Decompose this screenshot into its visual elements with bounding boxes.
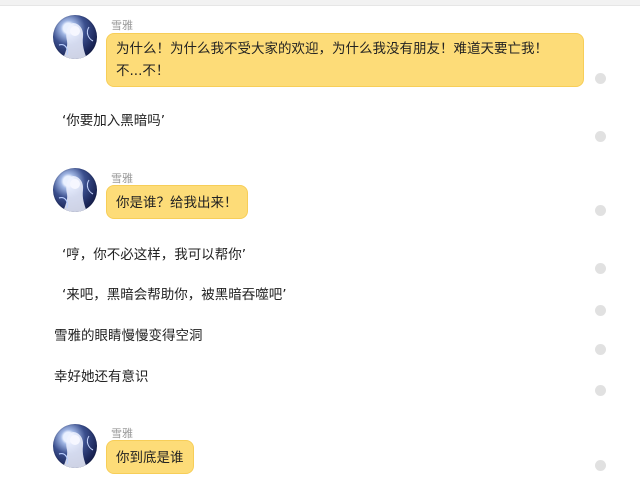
speaker-name: 雪雅 bbox=[111, 427, 133, 440]
speaker-name: 雪雅 bbox=[111, 172, 133, 185]
read-dot-icon bbox=[595, 305, 606, 316]
avatar-icon[interactable] bbox=[53, 424, 97, 468]
avatar-icon[interactable] bbox=[53, 15, 97, 59]
read-dot-icon bbox=[595, 263, 606, 274]
narration-text: 雪雅的眼睛慢慢变得空洞 bbox=[54, 328, 203, 344]
chat-story: 雪雅 为什么！为什么我不受大家的欢迎，为什么我没有朋友！难道天要亡我！ 不...… bbox=[0, 0, 640, 492]
message-text: 你到底是谁 bbox=[116, 450, 184, 466]
read-dot-icon bbox=[595, 73, 606, 84]
message-text-line: 为什么！为什么我不受大家的欢迎，为什么我没有朋友！难道天要亡我！ bbox=[116, 41, 548, 57]
read-dot-icon bbox=[595, 344, 606, 355]
narration-text: ‘哼，你不必这样，我可以帮你’ bbox=[62, 247, 247, 263]
read-dot-icon bbox=[595, 460, 606, 471]
avatar-icon[interactable] bbox=[53, 168, 97, 212]
message-text: 你是谁？给我出来！ bbox=[116, 195, 238, 211]
narration-text: ‘来吧，黑暗会帮助你，被黑暗吞噬吧’ bbox=[62, 287, 287, 303]
speaker-name: 雪雅 bbox=[111, 19, 133, 32]
read-dot-icon bbox=[595, 131, 606, 142]
read-dot-icon bbox=[595, 385, 606, 396]
message-bubble[interactable]: 你是谁？给我出来！ bbox=[106, 185, 248, 219]
message-bubble[interactable]: 为什么！为什么我不受大家的欢迎，为什么我没有朋友！难道天要亡我！ 不...不！ bbox=[106, 33, 584, 87]
message-bubble[interactable]: 你到底是谁 bbox=[106, 440, 194, 474]
message-text-line: 不...不！ bbox=[116, 63, 170, 79]
narration-text: ‘你要加入黑暗吗’ bbox=[62, 113, 166, 129]
read-dot-icon bbox=[595, 205, 606, 216]
narration-text: 幸好她还有意识 bbox=[54, 369, 149, 385]
